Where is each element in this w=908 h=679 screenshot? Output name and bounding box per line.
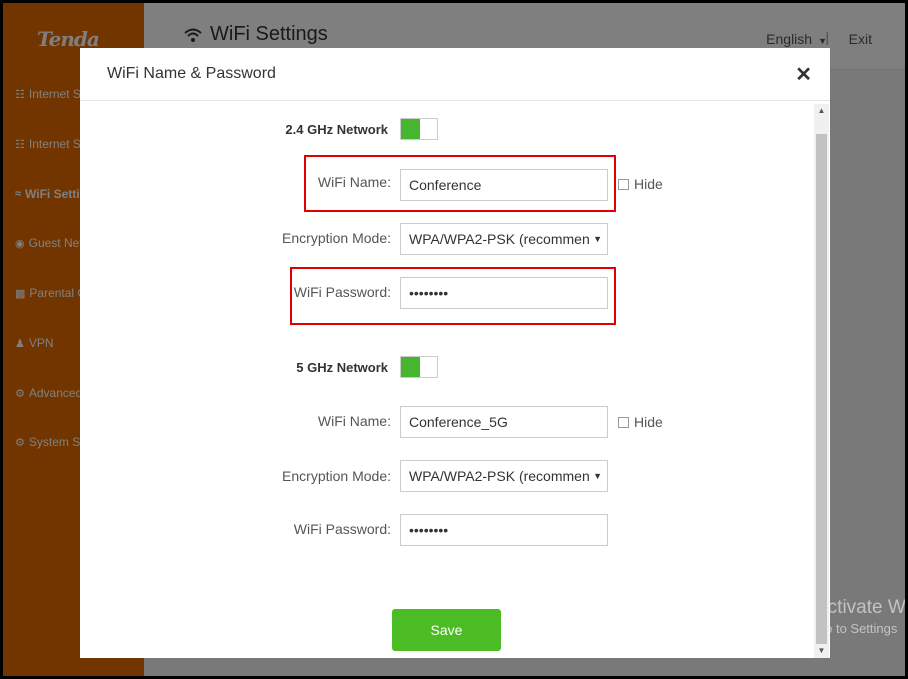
- hide-checkbox[interactable]: [618, 416, 629, 428]
- encryption-mode-select[interactable]: WPA/WPA2-PSK (recommend ▼: [400, 223, 608, 255]
- network-24-toggle[interactable]: [400, 118, 438, 140]
- hide-ssid-option[interactable]: Hide: [618, 414, 663, 430]
- wifi-name-label: WiFi Name:: [317, 413, 391, 429]
- wifi-name-input[interactable]: Conference_5G: [400, 406, 608, 438]
- wifi-name-label: WiFi Name:: [317, 174, 391, 190]
- scroll-up-icon[interactable]: ▲: [814, 104, 829, 118]
- wifi-name-password-dialog: WiFi Name & Password ✕ ▲ ▼ 2.4 GHz Netwo…: [80, 48, 830, 658]
- hide-label: Hide: [634, 414, 663, 430]
- toggle-on-indicator: [401, 357, 420, 377]
- wifi-password-label: WiFi Password:: [293, 284, 391, 300]
- network-5-toggle[interactable]: [400, 356, 438, 378]
- close-icon[interactable]: ✕: [795, 62, 812, 87]
- scroll-down-icon[interactable]: ▼: [814, 644, 829, 658]
- vertical-scrollbar[interactable]: ▲ ▼: [814, 104, 829, 658]
- dropdown-arrow-icon: ▼: [590, 224, 602, 254]
- encryption-mode-label: Encryption Mode:: [282, 230, 391, 246]
- scroll-thumb[interactable]: [816, 134, 827, 644]
- toggle-on-indicator: [401, 119, 420, 139]
- wifi-password-input[interactable]: ••••••••: [400, 277, 608, 309]
- screen: Tenda ☷ Internet St ☷ Internet Se ≈ WiFi…: [3, 3, 905, 676]
- network-5-label: 5 GHz Network: [296, 360, 388, 375]
- encryption-mode-label: Encryption Mode:: [282, 468, 391, 484]
- wifi-password-label: WiFi Password:: [293, 521, 391, 537]
- dialog-header: WiFi Name & Password ✕: [80, 48, 830, 101]
- encryption-mode-value: WPA/WPA2-PSK (recommend: [409, 468, 598, 484]
- dropdown-arrow-icon: ▼: [590, 461, 602, 491]
- dialog-title: WiFi Name & Password: [107, 65, 276, 82]
- encryption-mode-select[interactable]: WPA/WPA2-PSK (recommend ▼: [400, 460, 608, 492]
- hide-ssid-option[interactable]: Hide: [618, 176, 663, 192]
- wifi-password-input[interactable]: ••••••••: [400, 514, 608, 546]
- network-24-label: 2.4 GHz Network: [285, 122, 388, 137]
- encryption-mode-value: WPA/WPA2-PSK (recommend: [409, 231, 598, 247]
- hide-checkbox[interactable]: [618, 178, 629, 190]
- wifi-name-input[interactable]: Conference: [400, 169, 608, 201]
- save-button[interactable]: Save: [392, 609, 501, 651]
- hide-label: Hide: [634, 176, 663, 192]
